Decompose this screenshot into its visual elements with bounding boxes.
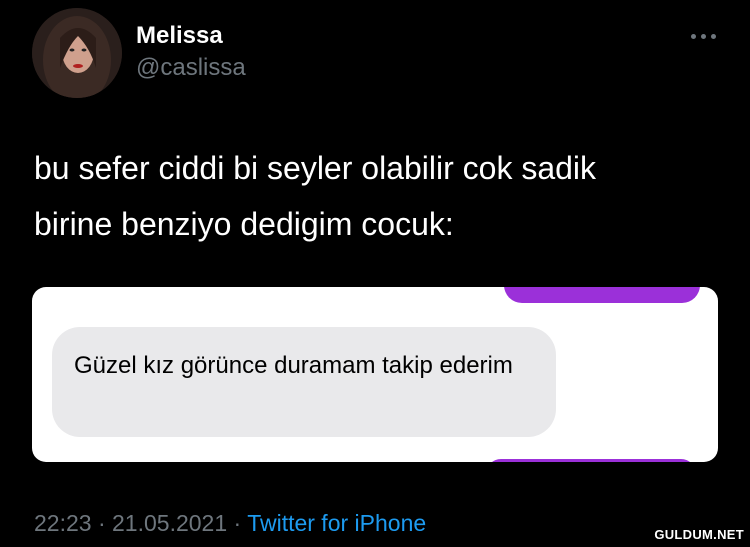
watermark: GULDUM.NET [654, 527, 744, 542]
tweet-time: 22:23 [34, 510, 92, 536]
tweet-text: bu sefer ciddi bi seyler olabilir cok sa… [34, 150, 597, 242]
dot [691, 34, 696, 39]
meta-separator: · [97, 510, 106, 536]
tweet-source-link[interactable]: Twitter for iPhone [247, 510, 426, 536]
more-options-icon[interactable] [691, 34, 716, 39]
tweet-meta: 22:23 · 21.05.2021 · Twitter for iPhone [34, 510, 426, 537]
dot [711, 34, 716, 39]
avatar[interactable] [32, 8, 122, 98]
author-handle[interactable]: @caslissa [136, 54, 246, 82]
meta-separator: · [233, 510, 242, 536]
received-message-bubble: Güzel kız görünce duramam takip ederim [52, 327, 556, 437]
sent-message-bubble [504, 287, 700, 303]
embedded-chat-screenshot[interactable]: Güzel kız görünce duramam takip ederim [32, 287, 718, 462]
sent-message-bubble [486, 459, 696, 462]
message-text: Güzel kız görünce duramam takip ederim [74, 352, 513, 379]
dot [701, 34, 706, 39]
tweet-date: 21.05.2021 [112, 510, 228, 536]
avatar-photo [32, 8, 122, 98]
author-name[interactable]: Melissa [136, 22, 223, 50]
